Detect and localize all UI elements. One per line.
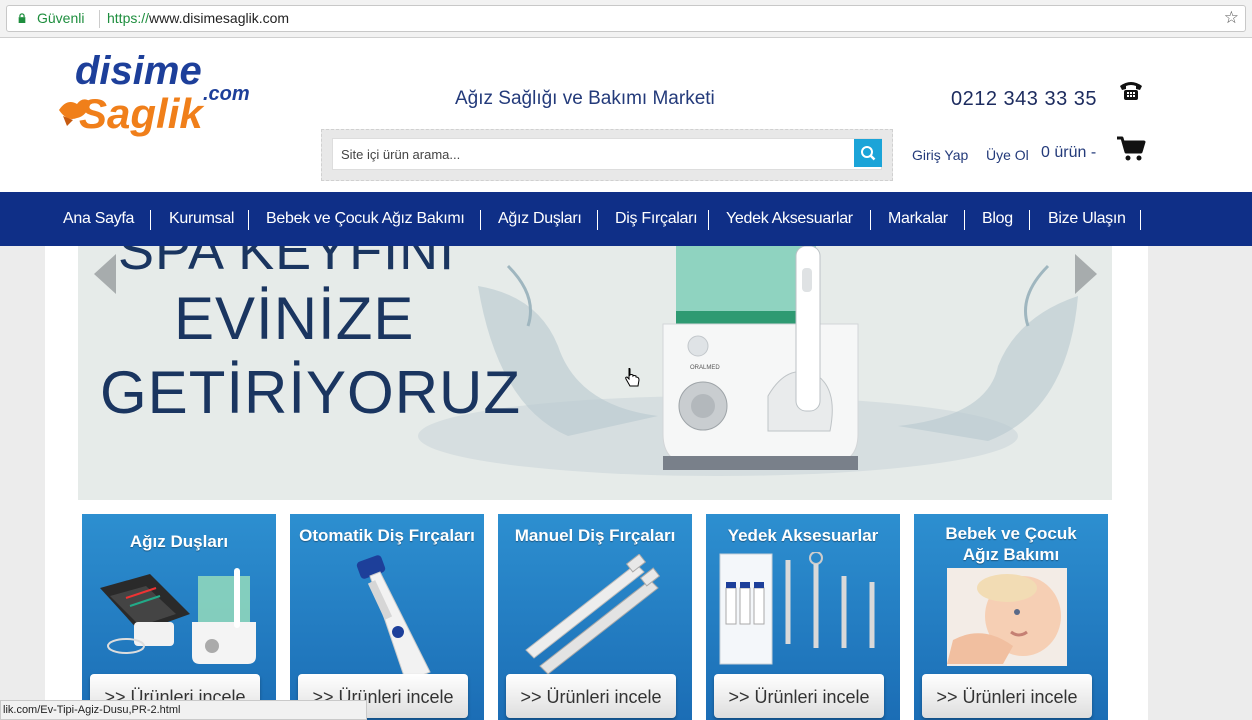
nav-divider: [597, 210, 598, 230]
oral-irrigator-product-image: [100, 568, 256, 664]
phone-number[interactable]: 0212 343 33 35: [951, 88, 1097, 111]
search-container: [321, 129, 893, 181]
nav-item-contact[interactable]: Bize Ulaşın: [1048, 192, 1126, 246]
banner-headline-line0: SPA KEYFİNİ: [118, 246, 456, 281]
view-products-button[interactable]: >> Ürünleri incele: [922, 674, 1092, 718]
url-scheme: https://: [107, 10, 150, 26]
category-title: Ağız Duşları: [129, 532, 229, 551]
category-title: Manuel Diş Fırçaları: [514, 526, 676, 545]
nav-item-blog[interactable]: Blog: [982, 192, 1013, 246]
nav-divider: [964, 210, 965, 230]
logo-text-top: disime: [75, 49, 202, 93]
view-products-button[interactable]: >> Ürünleri incele: [714, 674, 884, 718]
url-text[interactable]: https://www.disimesaglik.com: [107, 10, 289, 26]
category-card-oral-irrigators[interactable]: Ağız Duşları >> Ürünleri incele: [82, 514, 276, 720]
nav-divider: [1029, 210, 1030, 230]
browser-address-bar: Güvenli https://www.disimesaglik.com ☆: [0, 0, 1252, 38]
nav-divider: [1140, 210, 1141, 230]
site-tagline: Ağız Sağlığı ve Bakımı Marketi: [455, 88, 715, 109]
banner-headline-line1: EVİNİZE: [174, 285, 415, 352]
main-navigation: Ana Sayfa Kurumsal Bebek ve Çocuk Ağız B…: [0, 192, 1252, 246]
logo-text-com: .com: [203, 83, 250, 105]
shopping-cart-icon[interactable]: [1116, 136, 1146, 162]
telephone-icon: [1120, 82, 1142, 100]
register-link[interactable]: Üye Ol: [986, 147, 1029, 163]
banner-headline-line2: GETİRİYORUZ: [100, 359, 522, 426]
site-logo[interactable]: disime .com Saglik: [55, 44, 265, 144]
lock-icon: [18, 13, 26, 23]
logo-text-bottom: Saglik: [79, 90, 205, 137]
nav-item-spare-accessories[interactable]: Yedek Aksesuarlar: [726, 192, 853, 246]
spare-accessories-product-image: [719, 552, 875, 665]
nav-divider: [248, 210, 249, 230]
nav-divider: [150, 210, 151, 230]
browser-status-bar: lik.com/Ev-Tipi-Agiz-Dusu,PR-2.html: [0, 700, 367, 720]
baby-product-image: [947, 568, 1067, 666]
category-title-line2: Ağız Bakımı: [962, 545, 1060, 564]
category-title: Yedek Aksesuarlar: [727, 526, 879, 545]
slider-next-arrow-icon[interactable]: [1075, 254, 1097, 294]
nav-item-brands[interactable]: Markalar: [888, 192, 948, 246]
device-brand-label: ORALMED: [690, 365, 720, 371]
nav-item-baby-child-care[interactable]: Bebek ve Çocuk Ağız Bakımı: [266, 192, 465, 246]
site-header: disime .com Saglik Ağız Sağlığı ve Bakım…: [0, 38, 1252, 192]
nav-item-oral-irrigators[interactable]: Ağız Duşları: [498, 192, 582, 246]
url-host: www.disimesaglik.com: [149, 10, 290, 26]
nav-divider: [870, 210, 871, 230]
category-card-spare-accessories[interactable]: Yedek Aksesuarlar >> Ürünleri incele: [706, 514, 900, 720]
electric-toothbrush-product-image: [356, 555, 431, 682]
nav-divider: [480, 210, 481, 230]
nav-item-toothbrushes[interactable]: Diş Fırçaları: [615, 192, 698, 246]
search-button[interactable]: [854, 139, 882, 167]
hero-banner[interactable]: ORALMED SPA KEYFİNİ EVİNİZE GETİRİYORUZ: [78, 246, 1112, 500]
category-title-line1: Bebek ve Çocuk: [945, 524, 1077, 543]
manual-toothbrush-product-image: [525, 554, 661, 674]
bookmark-star-icon[interactable]: ☆: [1224, 8, 1239, 28]
address-divider: [99, 10, 100, 28]
category-card-baby-child-care[interactable]: Bebek ve Çocuk Ağız Bakımı >> Ürünleri i…: [914, 514, 1108, 720]
secure-label: Güvenli: [37, 10, 85, 26]
view-products-button[interactable]: >> Ürünleri incele: [506, 674, 676, 718]
nav-divider: [708, 210, 709, 230]
login-link[interactable]: Giriş Yap: [912, 147, 968, 163]
search-icon: [861, 146, 876, 161]
search-input[interactable]: [332, 138, 882, 170]
nav-item-corporate[interactable]: Kurumsal: [169, 192, 234, 246]
slider-prev-arrow-icon[interactable]: [94, 254, 116, 294]
cart-count[interactable]: 0 ürün -: [1041, 144, 1096, 162]
nav-item-home[interactable]: Ana Sayfa: [63, 192, 134, 246]
pointer-hand-icon: [625, 368, 640, 387]
url-box[interactable]: Güvenli https://www.disimesaglik.com ☆: [6, 5, 1246, 32]
category-title: Otomatik Diş Fırçaları: [299, 526, 475, 545]
category-card-electric-toothbrushes[interactable]: Otomatik Diş Fırçaları >> Ürünleri incel…: [290, 514, 484, 720]
category-card-manual-toothbrushes[interactable]: Manuel Diş Fırçaları >> Ürünleri incele: [498, 514, 692, 720]
